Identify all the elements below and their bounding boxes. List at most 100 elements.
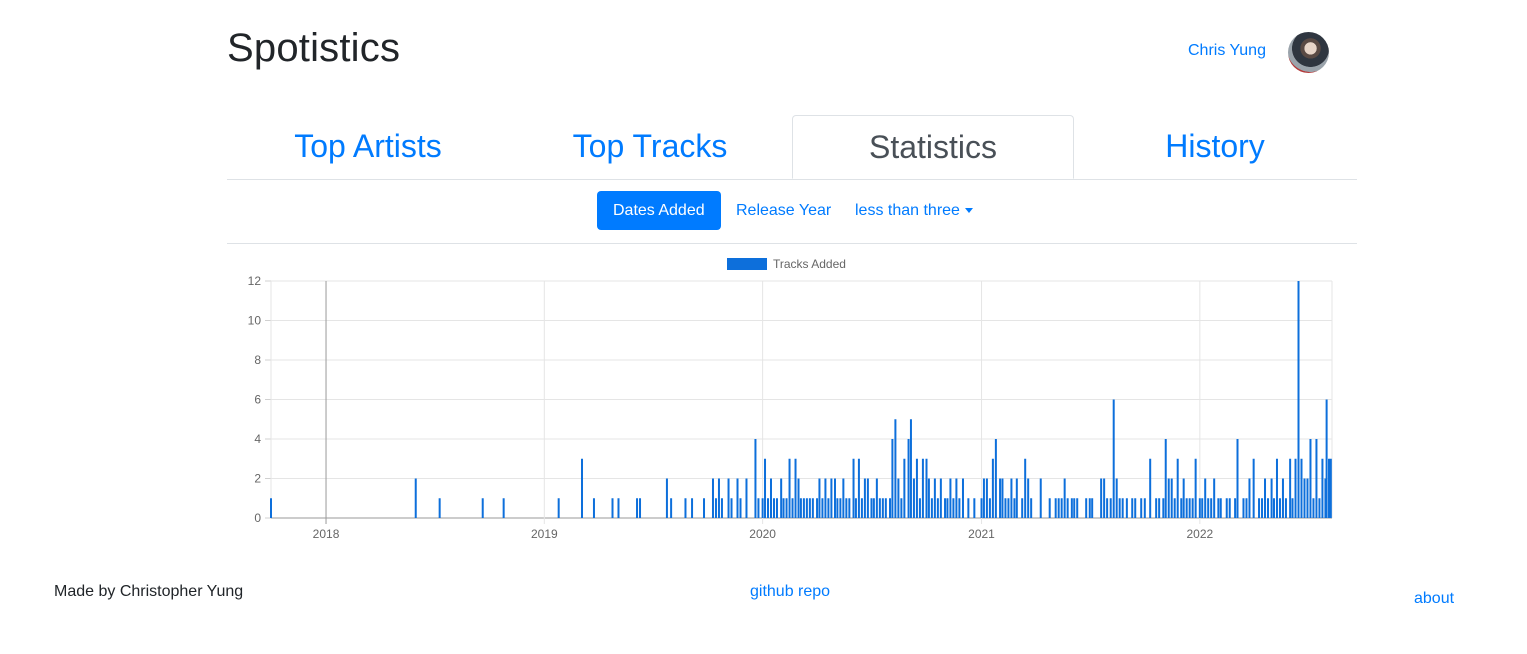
footer-credit: Made by Christopher Yung — [54, 583, 244, 600]
bar — [949, 478, 952, 518]
bar — [881, 498, 884, 518]
bar — [884, 498, 887, 518]
bar — [918, 498, 921, 518]
bar — [860, 498, 863, 518]
bar — [1106, 498, 1109, 518]
bar — [857, 458, 860, 518]
user-avatar[interactable] — [1288, 32, 1329, 73]
bar — [1149, 458, 1152, 518]
bar — [1170, 478, 1173, 518]
bar — [639, 498, 642, 518]
bar — [1048, 498, 1051, 518]
tab-history[interactable]: History — [1074, 115, 1356, 178]
bar — [1303, 478, 1306, 518]
bar — [797, 478, 800, 518]
bar — [1001, 478, 1004, 518]
y-tick-label: 4 — [254, 432, 261, 446]
bar — [821, 498, 824, 518]
bar — [1294, 458, 1297, 518]
release-year-button[interactable]: Release Year — [720, 191, 847, 230]
bar — [1264, 478, 1267, 518]
bar — [1245, 498, 1248, 518]
bar — [557, 498, 560, 518]
bar — [1275, 458, 1278, 518]
bar — [727, 478, 730, 518]
bar — [1270, 478, 1273, 518]
caret-down-icon — [964, 208, 973, 213]
bar — [939, 478, 942, 518]
bar — [772, 498, 775, 518]
bar — [1140, 498, 1143, 518]
bar — [894, 419, 897, 518]
bar — [878, 498, 881, 518]
bar — [1185, 498, 1188, 518]
bar — [1024, 458, 1027, 518]
bar — [870, 498, 873, 518]
dropdown-label: less than three — [855, 201, 960, 219]
bar — [933, 478, 936, 518]
bar — [1131, 498, 1134, 518]
bar — [988, 498, 991, 518]
bar — [1180, 498, 1183, 518]
bar — [927, 478, 930, 518]
bar — [958, 498, 961, 518]
bar — [703, 498, 706, 518]
bar — [1125, 498, 1128, 518]
bar — [1015, 478, 1018, 518]
bar — [1329, 458, 1332, 518]
about-link[interactable]: about — [1414, 590, 1454, 608]
bar — [1030, 498, 1033, 518]
bar — [1306, 478, 1309, 518]
bar — [684, 498, 687, 518]
bar — [1278, 498, 1281, 518]
y-tick-label: 8 — [254, 353, 261, 367]
bar — [980, 498, 983, 518]
bar — [1300, 458, 1303, 518]
bar — [745, 478, 748, 518]
dropdown-toggle[interactable]: less than three — [839, 191, 989, 230]
bar — [767, 498, 770, 518]
bar — [985, 478, 988, 518]
bar — [1217, 498, 1220, 518]
tab-top-artists[interactable]: Top Artists — [227, 115, 509, 178]
y-tick-label: 6 — [254, 393, 261, 407]
bar — [1007, 498, 1010, 518]
bar — [955, 478, 958, 518]
x-tick-label: 2022 — [1186, 527, 1213, 541]
bar — [1242, 498, 1245, 518]
bar — [1248, 478, 1251, 518]
bar — [1054, 498, 1057, 518]
bar — [1194, 458, 1197, 518]
bar — [991, 458, 994, 518]
bar — [1258, 498, 1261, 518]
bar — [1167, 478, 1170, 518]
bar — [1284, 498, 1287, 518]
bar — [1234, 498, 1237, 518]
bar — [1070, 498, 1073, 518]
bar — [961, 478, 964, 518]
bar — [872, 498, 875, 518]
bar — [581, 458, 584, 518]
bar — [1182, 478, 1185, 518]
dates-added-button[interactable]: Dates Added — [597, 191, 721, 230]
bar — [736, 478, 739, 518]
user-name-link[interactable]: Chris Yung — [1188, 42, 1266, 60]
bar — [854, 498, 857, 518]
bar — [1027, 478, 1030, 518]
bar — [952, 498, 955, 518]
bar — [848, 498, 851, 518]
bar — [1066, 498, 1069, 518]
bar — [670, 498, 673, 518]
github-repo-link[interactable]: github repo — [750, 583, 830, 601]
bar — [502, 498, 505, 518]
bar — [1073, 498, 1076, 518]
bar — [592, 498, 595, 518]
bar — [944, 498, 947, 518]
bar — [1076, 498, 1079, 518]
bar — [845, 498, 848, 518]
tab-top-tracks[interactable]: Top Tracks — [509, 115, 791, 178]
bar — [830, 478, 833, 518]
bar — [1291, 498, 1294, 518]
bar — [714, 498, 717, 518]
tab-statistics[interactable]: Statistics — [792, 115, 1074, 179]
